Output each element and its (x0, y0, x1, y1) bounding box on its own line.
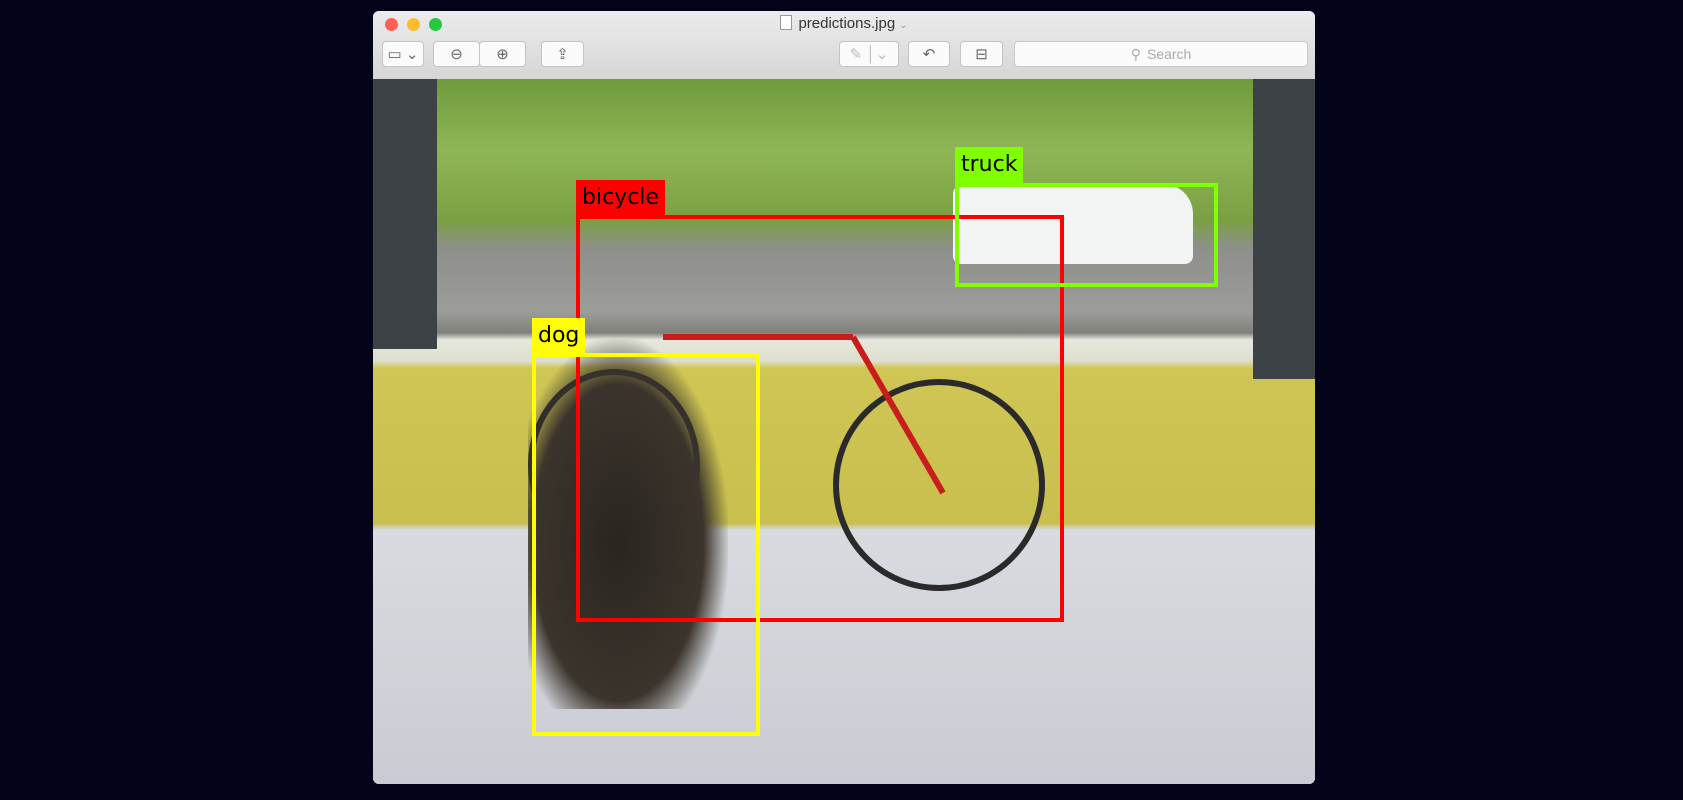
truck-bounding-box (955, 183, 1218, 287)
zoom-out-button[interactable]: ⊖ (433, 41, 480, 67)
dog-bounding-box (532, 353, 760, 736)
porch-pillar-left (373, 79, 437, 349)
porch-pillar-right (1253, 79, 1315, 379)
bicycle-label: bicycle (576, 180, 665, 216)
search-field[interactable]: ⚲ Search (1014, 41, 1308, 67)
title-bar: predictions.jpg ⌄ ▭ ⌄ ⊖ ⊕ ⇪ ✎ │⌄ ↶ ⊟ ⚲ Sea… (373, 11, 1315, 80)
search-icon: ⚲ (1130, 45, 1141, 62)
chevron-down-icon: ⌄ (899, 20, 908, 31)
share-button[interactable]: ⇪ (541, 41, 584, 67)
document-icon (780, 15, 793, 30)
share-icon: ⇪ (556, 46, 569, 63)
zoom-out-icon: ⊖ (450, 46, 463, 63)
markup-pen-icon: ✎ │⌄ (849, 46, 889, 63)
search-placeholder: Search (1146, 46, 1192, 62)
rotate-icon: ↶ (922, 46, 936, 63)
toolbox-button[interactable]: ⊟ (960, 41, 1003, 67)
dog-label: dog (532, 318, 586, 354)
sidebar-toggle-button[interactable]: ▭ ⌄ (382, 41, 424, 67)
markup-button[interactable]: ✎ │⌄ (839, 41, 899, 67)
sidebar-icon: ▭ ⌄ (387, 46, 419, 63)
zoom-in-button[interactable]: ⊕ (479, 41, 526, 67)
window-title[interactable]: predictions.jpg ⌄ (373, 15, 1315, 32)
toolbox-icon: ⊟ (975, 46, 988, 63)
zoom-in-icon: ⊕ (496, 46, 509, 63)
truck-label: truck (955, 147, 1024, 183)
rotate-button[interactable]: ↶ (908, 41, 950, 67)
title-text: predictions.jpg (798, 15, 896, 32)
